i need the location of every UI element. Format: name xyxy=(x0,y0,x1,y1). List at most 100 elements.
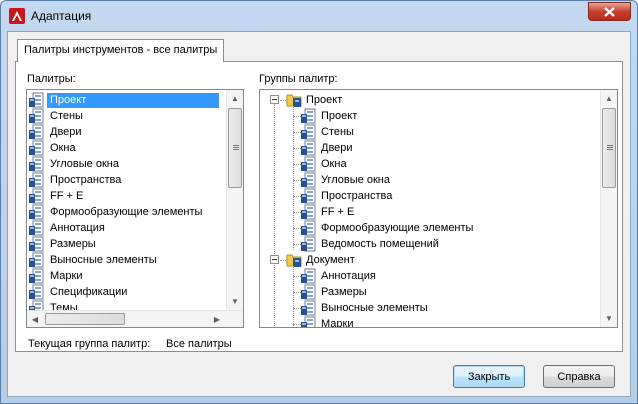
scroll-up-icon[interactable]: ▲ xyxy=(227,90,243,107)
tool-palette-icon xyxy=(29,268,44,284)
tool-palette-icon xyxy=(301,284,316,300)
tree-palette-label: Окна xyxy=(321,157,347,170)
palette-list-item[interactable]: Размеры xyxy=(29,236,99,252)
scroll-down-icon[interactable]: ▼ xyxy=(227,293,243,310)
tool-palette-icon xyxy=(29,284,44,300)
tree-palette-node[interactable]: FF + E xyxy=(301,204,354,220)
horizontal-scrollbar-thumb[interactable] xyxy=(45,313,125,325)
palette-list-item[interactable]: Двери xyxy=(29,124,85,140)
palette-list-item[interactable]: FF + E xyxy=(29,188,86,204)
palette-list-item[interactable]: Формообразующие элементы xyxy=(29,204,205,220)
palette-list-item[interactable]: Выносные элементы xyxy=(29,252,160,268)
tool-palette-icon xyxy=(29,92,44,108)
tree-palette-node[interactable]: Пространства xyxy=(301,188,392,204)
scroll-left-icon[interactable]: ◀ xyxy=(27,311,43,327)
tool-palette-icon xyxy=(29,156,44,172)
palette-item-label: Марки xyxy=(50,269,83,282)
dialog-client-area: Палитры: Проект Стены Двери Окна Угловые окн… xyxy=(7,31,631,397)
tool-palette-icon xyxy=(301,268,316,284)
palette-list-item[interactable]: Стены xyxy=(29,108,86,124)
palette-item-label: FF + E xyxy=(50,189,84,202)
palette-list-item[interactable]: Окна xyxy=(29,140,79,156)
palette-list-item[interactable]: Марки xyxy=(29,268,85,284)
palette-list-item[interactable]: Аннотация xyxy=(29,220,108,236)
tree-palette-label: Угловые окна xyxy=(321,173,390,186)
title-bar[interactable]: Адаптация xyxy=(1,1,637,31)
current-group-value: Все палитры xyxy=(166,338,232,350)
scrollbar-thumb[interactable] xyxy=(602,108,616,188)
tree-palette-node[interactable]: Марки xyxy=(301,316,354,328)
tree-palette-label: Формообразующие элементы xyxy=(321,221,474,234)
tree-group-node[interactable]: Документ xyxy=(286,252,355,268)
palette-item-label: Пространства xyxy=(50,173,122,186)
tool-palette-icon xyxy=(29,188,44,204)
palette-list-item[interactable]: Пространства xyxy=(29,172,124,188)
window-close-button[interactable] xyxy=(588,2,631,21)
palette-list-item[interactable]: Угловые окна xyxy=(29,156,122,172)
palettes-label: Палитры: xyxy=(27,73,76,85)
tree-palette-node[interactable]: Проект xyxy=(301,108,357,124)
tree-palette-label: Размеры xyxy=(321,285,367,298)
help-button[interactable]: Справка xyxy=(543,365,615,388)
tree-palette-node[interactable]: Формообразующие элементы xyxy=(301,220,473,236)
collapse-icon[interactable] xyxy=(270,255,279,264)
current-group-label: Текущая группа палитр: xyxy=(28,338,151,350)
tool-palette-icon xyxy=(301,172,316,188)
tree-palette-node[interactable]: Выносные элементы xyxy=(301,300,428,316)
tool-palette-icon xyxy=(29,140,44,156)
tool-palette-icon xyxy=(29,124,44,140)
tree-vertical-scrollbar[interactable]: ▲ ▼ xyxy=(600,90,617,327)
tool-palette-icon xyxy=(301,140,316,156)
palette-item-label: Выносные элементы xyxy=(50,253,157,266)
tool-palette-icon xyxy=(301,124,316,140)
tree-palette-label: Стены xyxy=(321,125,354,138)
palette-item-label: Формообразующие элементы xyxy=(50,205,203,218)
tree-group-node[interactable]: Проект xyxy=(286,92,342,108)
palette-item-label: Аннотация xyxy=(50,221,105,234)
tree-palette-label: Выносные элементы xyxy=(321,301,428,314)
tree-palette-node[interactable]: Ведомость помещений xyxy=(301,236,439,252)
tree-palette-node[interactable]: Окна xyxy=(301,156,347,172)
palette-list-item[interactable]: Спецификации xyxy=(29,284,130,300)
palettes-vertical-scrollbar[interactable]: ▲ ▼ xyxy=(226,90,243,310)
tree-palette-node[interactable]: Двери xyxy=(301,140,353,156)
tool-palette-icon xyxy=(29,220,44,236)
palette-list-item[interactable]: Проект xyxy=(29,92,219,108)
tool-palette-icon xyxy=(29,108,44,124)
palettes-horizontal-scrollbar[interactable]: ◀ ▶ xyxy=(27,310,243,327)
scroll-up-icon[interactable]: ▲ xyxy=(601,90,617,107)
collapse-icon[interactable] xyxy=(270,95,279,104)
tree-palette-node[interactable]: Аннотация xyxy=(301,268,376,284)
palette-item-label: Стены xyxy=(50,109,83,122)
tree-group-label: Документ xyxy=(306,253,355,266)
tool-palette-icon xyxy=(29,252,44,268)
scrollbar-thumb[interactable] xyxy=(228,108,242,188)
tool-palette-icon xyxy=(301,316,316,327)
close-icon xyxy=(604,6,615,17)
help-button-label: Справка xyxy=(557,370,601,383)
tree-palette-node[interactable]: Размеры xyxy=(301,284,367,300)
tab-panel: Палитры: Проект Стены Двери Окна Угловые окн… xyxy=(15,61,623,352)
close-button[interactable]: Закрыть xyxy=(453,365,525,388)
tool-palette-icon xyxy=(301,108,316,124)
palette-groups-tree[interactable]: Проект Проект Стены Двери Окна Угловые окна Пр… xyxy=(259,89,618,328)
tool-palette-icon xyxy=(301,236,316,252)
tab-all-palettes[interactable]: Палитры инструментов - все палитры xyxy=(17,39,224,62)
tree-palette-label: Проект xyxy=(321,109,358,122)
window-title: Адаптация xyxy=(31,9,92,23)
palette-groups-label: Группы палитр: xyxy=(259,73,338,85)
palette-item-label: Двери xyxy=(50,125,82,138)
tab-label: Палитры инструментов - все палитры xyxy=(24,44,218,56)
tree-palette-label: FF + E xyxy=(321,205,355,218)
tree-palette-node[interactable]: Угловые окна xyxy=(301,172,390,188)
tool-palette-icon xyxy=(301,204,316,220)
palette-item-label: Угловые окна xyxy=(50,157,119,170)
palette-item-label: Окна xyxy=(50,141,76,154)
scroll-right-icon[interactable]: ▶ xyxy=(209,311,225,327)
tree-palette-node[interactable]: Стены xyxy=(301,124,354,140)
tool-palette-icon xyxy=(301,156,316,172)
palettes-listbox[interactable]: Проект Стены Двери Окна Угловые окна Простран… xyxy=(26,89,244,328)
scroll-down-icon[interactable]: ▼ xyxy=(601,310,617,327)
tree-palette-label: Марки xyxy=(321,317,354,328)
tool-palette-icon xyxy=(301,300,316,316)
